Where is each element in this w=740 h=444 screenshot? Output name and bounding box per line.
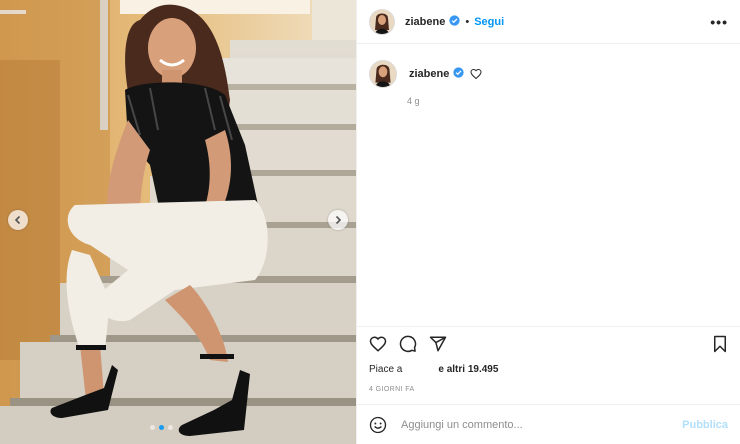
post-header: ziabene • Segui ••• xyxy=(357,0,740,44)
comment-input[interactable] xyxy=(399,417,683,432)
chevron-right-icon xyxy=(335,215,342,225)
instagram-post: ziabene • Segui ••• ziabene 4 g Piace a … xyxy=(0,0,740,444)
avatar-image xyxy=(370,9,394,34)
publish-button[interactable]: Pubblica xyxy=(682,419,728,431)
share-send-icon[interactable] xyxy=(429,335,447,353)
comment-bar: Pubblica xyxy=(357,404,740,444)
verified-badge-icon xyxy=(449,13,460,31)
like-caption-heart-icon[interactable] xyxy=(470,68,482,80)
verified-badge-icon xyxy=(453,65,464,83)
chevron-left-icon xyxy=(14,215,21,225)
likes-summary: Piace a e altri 19.495 xyxy=(357,360,740,382)
comment-bubble-icon[interactable] xyxy=(399,335,417,353)
carousel-dot-active xyxy=(159,425,164,430)
carousel-next-button[interactable] xyxy=(328,210,348,230)
post-date: 4 GIORNI FA xyxy=(369,386,415,393)
post-media[interactable] xyxy=(0,0,356,444)
header-username[interactable]: ziabene xyxy=(405,16,445,28)
carousel-dot xyxy=(150,425,155,430)
carousel-dots xyxy=(150,425,173,430)
post-photo xyxy=(0,0,356,444)
more-options-icon[interactable]: ••• xyxy=(710,14,728,30)
avatar-image xyxy=(370,61,396,87)
bookmark-icon[interactable] xyxy=(712,335,728,353)
carousel-dot xyxy=(168,425,173,430)
like-heart-icon[interactable] xyxy=(369,335,387,353)
likes-count[interactable]: e altri 19.495 xyxy=(438,364,498,375)
caption-username[interactable]: ziabene xyxy=(409,68,449,80)
likes-prefix: Piace a xyxy=(369,364,403,375)
caption-timestamp: 4 g xyxy=(407,96,420,106)
caption-avatar[interactable] xyxy=(369,60,397,88)
post-side-panel: ziabene • Segui ••• ziabene 4 g Piace a … xyxy=(356,0,740,444)
header-separator: • xyxy=(465,15,470,28)
action-bar xyxy=(357,326,740,360)
avatar[interactable] xyxy=(369,8,395,35)
follow-button[interactable]: Segui xyxy=(474,16,504,28)
caption-area: ziabene 4 g xyxy=(357,44,740,326)
emoji-icon[interactable] xyxy=(369,416,387,434)
caption-row: ziabene xyxy=(369,60,728,88)
carousel-prev-button[interactable] xyxy=(8,210,28,230)
